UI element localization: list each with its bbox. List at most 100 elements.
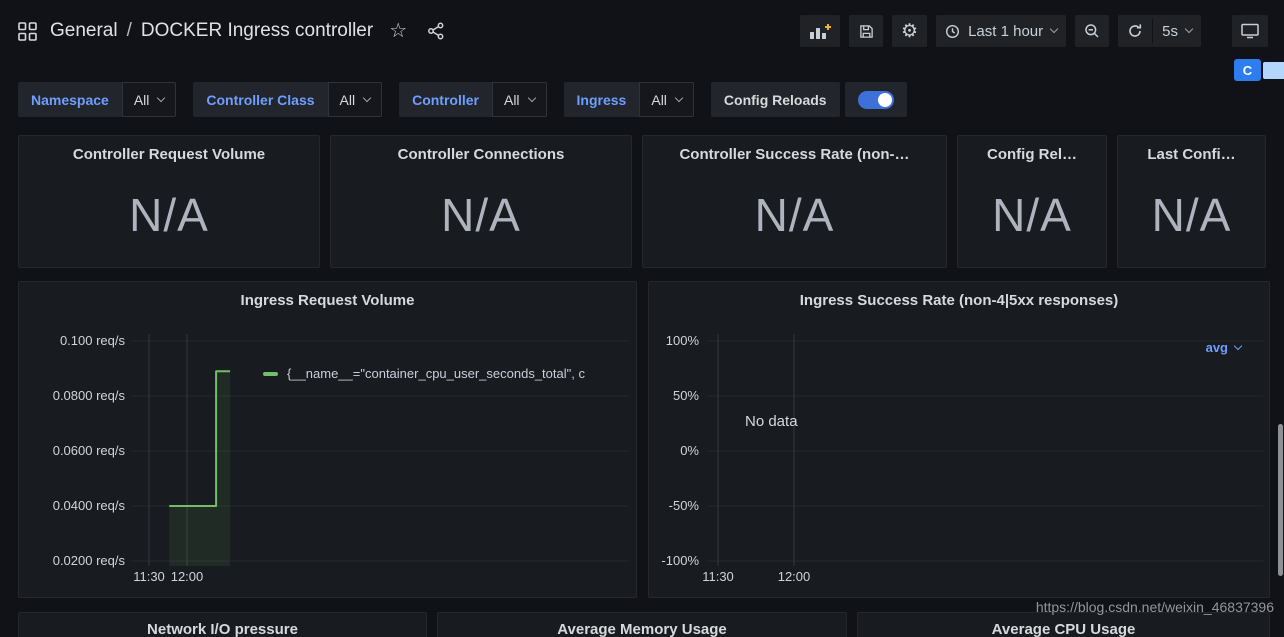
variable-label: Controller — [399, 82, 492, 117]
panel-title[interactable]: Last Confi… — [1118, 136, 1265, 163]
chevron-down-icon — [527, 93, 535, 101]
config-reloads-toggle[interactable] — [858, 91, 894, 109]
save-dashboard-button[interactable] — [849, 15, 883, 47]
y-axis-tick: 100% — [653, 333, 699, 348]
time-range-picker[interactable]: Last 1 hour — [936, 15, 1066, 47]
y-axis-tick: 0% — [653, 443, 699, 458]
series-legend-label: {__name__="container_cpu_user_seconds_to… — [287, 366, 585, 381]
toggle-knob — [878, 93, 892, 107]
y-axis-tick: 0.100 req/s — [25, 333, 125, 348]
series-color-marker-icon — [263, 372, 278, 376]
bottom-panels-row: Network I/O pressure Average Memory Usag… — [18, 612, 1270, 637]
breadcrumb: General / DOCKER Ingress controller — [50, 20, 373, 42]
panel-title[interactable]: Controller Success Rate (non-… — [643, 136, 946, 163]
refresh-icon — [1127, 23, 1143, 39]
panel-title[interactable]: Network I/O pressure — [19, 613, 426, 637]
star-icon[interactable]: ☆ — [389, 21, 407, 41]
y-axis-tick: 0.0400 req/s — [25, 498, 125, 513]
gear-icon: ⚙ — [901, 22, 918, 41]
refresh-button[interactable] — [1118, 15, 1152, 47]
variable-config-reloads: Config Reloads — [711, 82, 907, 117]
cycle-view-mode-button[interactable] — [1232, 15, 1268, 47]
stat-panel-controller-connections: Controller Connections N/A — [330, 135, 632, 268]
variable-label: Namespace — [18, 82, 122, 117]
refresh-interval-dropdown[interactable]: 5s — [1153, 15, 1201, 47]
graph-panel-average-cpu-usage: Average CPU Usage — [857, 612, 1270, 637]
stat-panel-config-reloads: Config Rel… N/A — [957, 135, 1107, 268]
monitor-icon — [1241, 23, 1259, 39]
variable-selected-value: All — [134, 92, 150, 108]
y-axis-tick: 0.0200 req/s — [25, 553, 125, 568]
add-panel-button[interactable] — [800, 15, 840, 47]
y-axis-tick: 0.0600 req/s — [25, 443, 125, 458]
panel-title[interactable]: Controller Connections — [331, 136, 631, 163]
csdn-icon[interactable]: C — [1234, 59, 1261, 81]
panel-title[interactable]: Ingress Request Volume — [19, 282, 636, 309]
v-gridlines — [718, 334, 794, 566]
graphs-row: Ingress Request Volume 0.100 req/s 0.080… — [18, 281, 1270, 598]
add-panel-icon — [809, 23, 831, 40]
stat-value: N/A — [643, 163, 946, 267]
time-series-plot[interactable] — [707, 334, 1263, 574]
csdn-tag-partial[interactable] — [1263, 62, 1284, 79]
panel-title[interactable]: Config Rel… — [958, 136, 1106, 163]
y-axis-tick: 50% — [653, 388, 699, 403]
topbar-right: ⚙ Last 1 hour — [800, 15, 1268, 47]
stats-row: Controller Request Volume N/A Controller… — [18, 135, 1266, 268]
panel-title[interactable]: Average CPU Usage — [858, 613, 1269, 637]
series-area — [169, 371, 230, 566]
variable-label: Ingress — [564, 82, 640, 117]
chevron-down-icon — [363, 93, 371, 101]
stat-value: N/A — [1118, 163, 1265, 267]
refresh-group: 5s — [1118, 15, 1201, 47]
legend-calc-label: avg — [1206, 340, 1228, 355]
variable-value-dropdown[interactable]: All — [328, 82, 383, 117]
graph-panel-average-memory-usage: Average Memory Usage — [437, 612, 847, 637]
stat-panel-controller-success-rate: Controller Success Rate (non-… N/A — [642, 135, 947, 268]
vertical-scrollbar-thumb[interactable] — [1278, 424, 1283, 576]
series-legend-item[interactable]: {__name__="container_cpu_user_seconds_to… — [263, 366, 585, 381]
dashboard-settings-button[interactable]: ⚙ — [892, 15, 927, 47]
clock-icon — [945, 24, 960, 39]
x-axis-tick: 11:30 — [133, 569, 165, 584]
zoom-out-icon — [1084, 23, 1100, 39]
h-gridlines — [707, 341, 1263, 561]
apps-grid-icon[interactable] — [18, 22, 37, 41]
variable-label: Controller Class — [193, 82, 327, 117]
panel-title[interactable]: Ingress Success Rate (non-4|5xx response… — [649, 282, 1269, 309]
variable-value-dropdown[interactable]: All — [492, 82, 547, 117]
y-axis-tick: 0.0800 req/s — [25, 388, 125, 403]
csdn-floating-widget[interactable]: C — [1234, 59, 1284, 81]
stat-value: N/A — [958, 163, 1106, 267]
graph-panel-ingress-success-rate: Ingress Success Rate (non-4|5xx response… — [648, 281, 1270, 598]
dashboard-title[interactable]: DOCKER Ingress controller — [141, 20, 373, 42]
chevron-down-icon — [1050, 25, 1058, 33]
graph-panel-network-io-pressure: Network I/O pressure — [18, 612, 427, 637]
variable-value-dropdown[interactable]: All — [639, 82, 694, 117]
legend-calc-dropdown[interactable]: avg — [1206, 340, 1241, 355]
variable-controller-class: Controller Class All — [193, 82, 382, 117]
no-data-message: No data — [745, 413, 798, 430]
save-icon — [859, 24, 874, 39]
zoom-out-time-button[interactable] — [1075, 15, 1109, 47]
share-icon[interactable] — [427, 22, 445, 40]
variable-value-dropdown[interactable]: All — [122, 82, 177, 117]
chevron-down-icon — [675, 93, 683, 101]
grafana-dashboard: General / DOCKER Ingress controller ☆ — [0, 0, 1284, 637]
topbar-left: General / DOCKER Ingress controller ☆ — [18, 20, 445, 42]
top-navbar: General / DOCKER Ingress controller ☆ — [0, 0, 1284, 62]
variable-controller: Controller All — [399, 82, 546, 117]
time-range-label: Last 1 hour — [968, 23, 1043, 40]
chevron-down-icon — [157, 93, 165, 101]
watermark-url: https://blog.csdn.net/weixin_46837396 — [1036, 599, 1274, 615]
panel-title[interactable]: Controller Request Volume — [19, 136, 319, 163]
y-axis-tick: -50% — [653, 498, 699, 513]
variable-ingress: Ingress All — [564, 82, 694, 117]
config-reloads-label: Config Reloads — [711, 82, 840, 117]
breadcrumb-folder[interactable]: General — [50, 20, 118, 42]
stat-value: N/A — [331, 163, 631, 267]
config-reloads-toggle-wrap[interactable] — [845, 82, 907, 117]
variable-namespace: Namespace All — [18, 82, 176, 117]
panel-title[interactable]: Average Memory Usage — [438, 613, 846, 637]
x-axis-tick: 12:00 — [778, 569, 811, 584]
